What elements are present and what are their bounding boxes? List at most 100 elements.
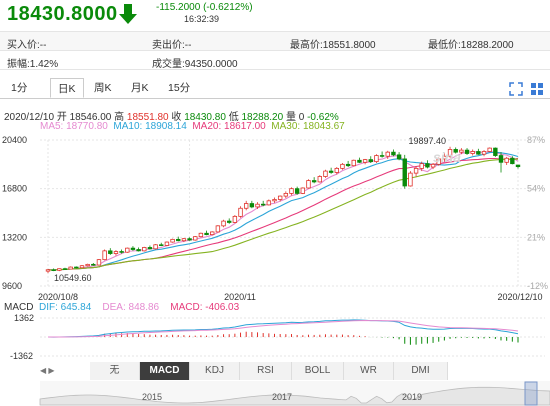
candle-body (368, 159, 373, 163)
candle-body (243, 203, 249, 209)
y-tick-label: 9600 (2, 281, 22, 291)
tab-15min[interactable]: 15分 (161, 78, 197, 98)
x-tick-label: 2020/11 (224, 292, 256, 300)
candle-body (136, 249, 141, 252)
candle-body (181, 238, 187, 242)
tab-weekly-k[interactable]: 周K (87, 78, 119, 98)
candle-body (227, 220, 232, 223)
candle-body (159, 244, 164, 246)
candle-body (108, 250, 113, 254)
tab-indicator-macd[interactable]: MACD (140, 362, 190, 380)
candle-body (91, 263, 96, 266)
candle-body (210, 231, 215, 236)
quote-header: 18430.8000 -115.2000 (-0.6212%) 16:32:39 (0, 0, 550, 30)
max-annotation: 19897.40 (409, 136, 447, 146)
candle-body (493, 147, 498, 156)
candle-body (170, 238, 175, 243)
candle-body (221, 220, 226, 227)
time-navigator[interactable]: 2015 2017 2019 (0, 381, 550, 406)
quote-time: 16:32:39 (184, 14, 220, 24)
candle-body (464, 149, 470, 154)
candle-body (147, 247, 153, 250)
min-annotation: 10549.60 (54, 273, 92, 283)
candlestick-chart[interactable]: 20400 16800 13200 9600 87% 54% 21% -12% 2020/10/… (0, 130, 550, 300)
candle-body (68, 266, 73, 270)
candle-body (125, 247, 130, 253)
ma30-line (47, 158, 518, 271)
macd-tick-label: -1362 (10, 351, 33, 361)
tab-indicator-boll[interactable]: BOLL (292, 362, 344, 380)
candle-body (379, 155, 385, 157)
pct-tick-label: -12% (527, 281, 548, 291)
tab-indicator-dmi[interactable]: DMI (394, 362, 448, 380)
candle-body (317, 176, 323, 183)
fullscreen-icon[interactable] (509, 82, 523, 96)
tab-daily-k[interactable]: 日K (50, 78, 84, 98)
info-row: 振幅:1.42% 成交量:94350.0000 (0, 51, 550, 70)
navigator-year-label: 2019 (402, 392, 422, 402)
tab-indicator-wr[interactable]: WR (344, 362, 394, 380)
candle-body (515, 164, 521, 168)
navigator-year-label: 2015 (142, 392, 162, 402)
navigator-year-label: 2017 (272, 392, 292, 402)
pct-tick-label: 54% (527, 184, 545, 194)
quote-info-grid: 买入价:-- 卖出价:-- 最高价:18551.8000 最低价:18288.2… (0, 31, 550, 71)
volume: 成交量:94350.0000 (152, 59, 238, 70)
svg-text:sina: sina (433, 149, 461, 165)
candle-body (74, 266, 79, 269)
candle-body (408, 172, 413, 187)
candle-body (487, 147, 492, 152)
y-tick-label: 16800 (2, 184, 27, 194)
candle-body (470, 151, 475, 154)
x-tick-label: 2020/12/10 (497, 292, 542, 300)
candle-body (113, 251, 119, 254)
candle-body (504, 157, 509, 163)
x-tick-label: 2020/10/8 (38, 292, 78, 300)
candle-body (176, 238, 181, 242)
candle-body (153, 244, 158, 250)
low-price: 最低价:18288.2000 (428, 40, 514, 51)
y-tick-label: 13200 (2, 232, 27, 242)
candle-body (311, 180, 317, 183)
candle-body (142, 247, 147, 252)
ma20-line (47, 157, 519, 271)
candle-body (119, 251, 124, 253)
candle-body (425, 163, 430, 168)
candle-body (323, 170, 328, 177)
period-tabs: 1分 日K 周K 月K 15分 (0, 78, 550, 100)
candle-body (51, 269, 56, 271)
candle-body (306, 180, 311, 189)
macd-chart[interactable]: 1362 -1362 (0, 312, 550, 362)
tab-indicator-none[interactable]: 无 (90, 362, 140, 380)
candle-body (300, 187, 306, 194)
candle-body (340, 163, 345, 169)
info-row: 买入价:-- 卖出价:-- 最高价:18551.8000 最低价:18288.2… (0, 32, 550, 51)
tab-indicator-kdj[interactable]: KDJ (190, 362, 240, 380)
sina-watermark: sina (433, 149, 461, 165)
candle-body (45, 269, 51, 272)
candle-body (249, 203, 255, 208)
candle-body (79, 265, 85, 269)
candle-body (328, 170, 334, 173)
candle-body (510, 157, 515, 165)
tab-monthly-k[interactable]: 月K (124, 78, 156, 98)
indicator-tabs: 无 MACD KDJ RSI BOLL WR DMI (40, 362, 550, 380)
candle-body (277, 195, 283, 200)
tab-indicator-rsi[interactable]: RSI (240, 362, 292, 380)
candle-body (85, 263, 90, 267)
more-options-icon[interactable] (530, 82, 544, 96)
candle-body (419, 163, 424, 169)
candle-body (498, 155, 504, 163)
candle-body (57, 268, 62, 271)
tab-1min[interactable]: 1分 (4, 78, 34, 98)
candle-body (391, 151, 396, 156)
bid-price: 买入价:-- (7, 40, 47, 51)
candle-body (396, 154, 402, 160)
candle-body (255, 203, 260, 208)
candle-body (351, 159, 356, 167)
candle-body (238, 207, 243, 217)
candle-body (193, 236, 198, 241)
navigator-window-handle[interactable] (524, 381, 538, 406)
candle-body (334, 167, 339, 173)
candle-body (385, 151, 390, 157)
